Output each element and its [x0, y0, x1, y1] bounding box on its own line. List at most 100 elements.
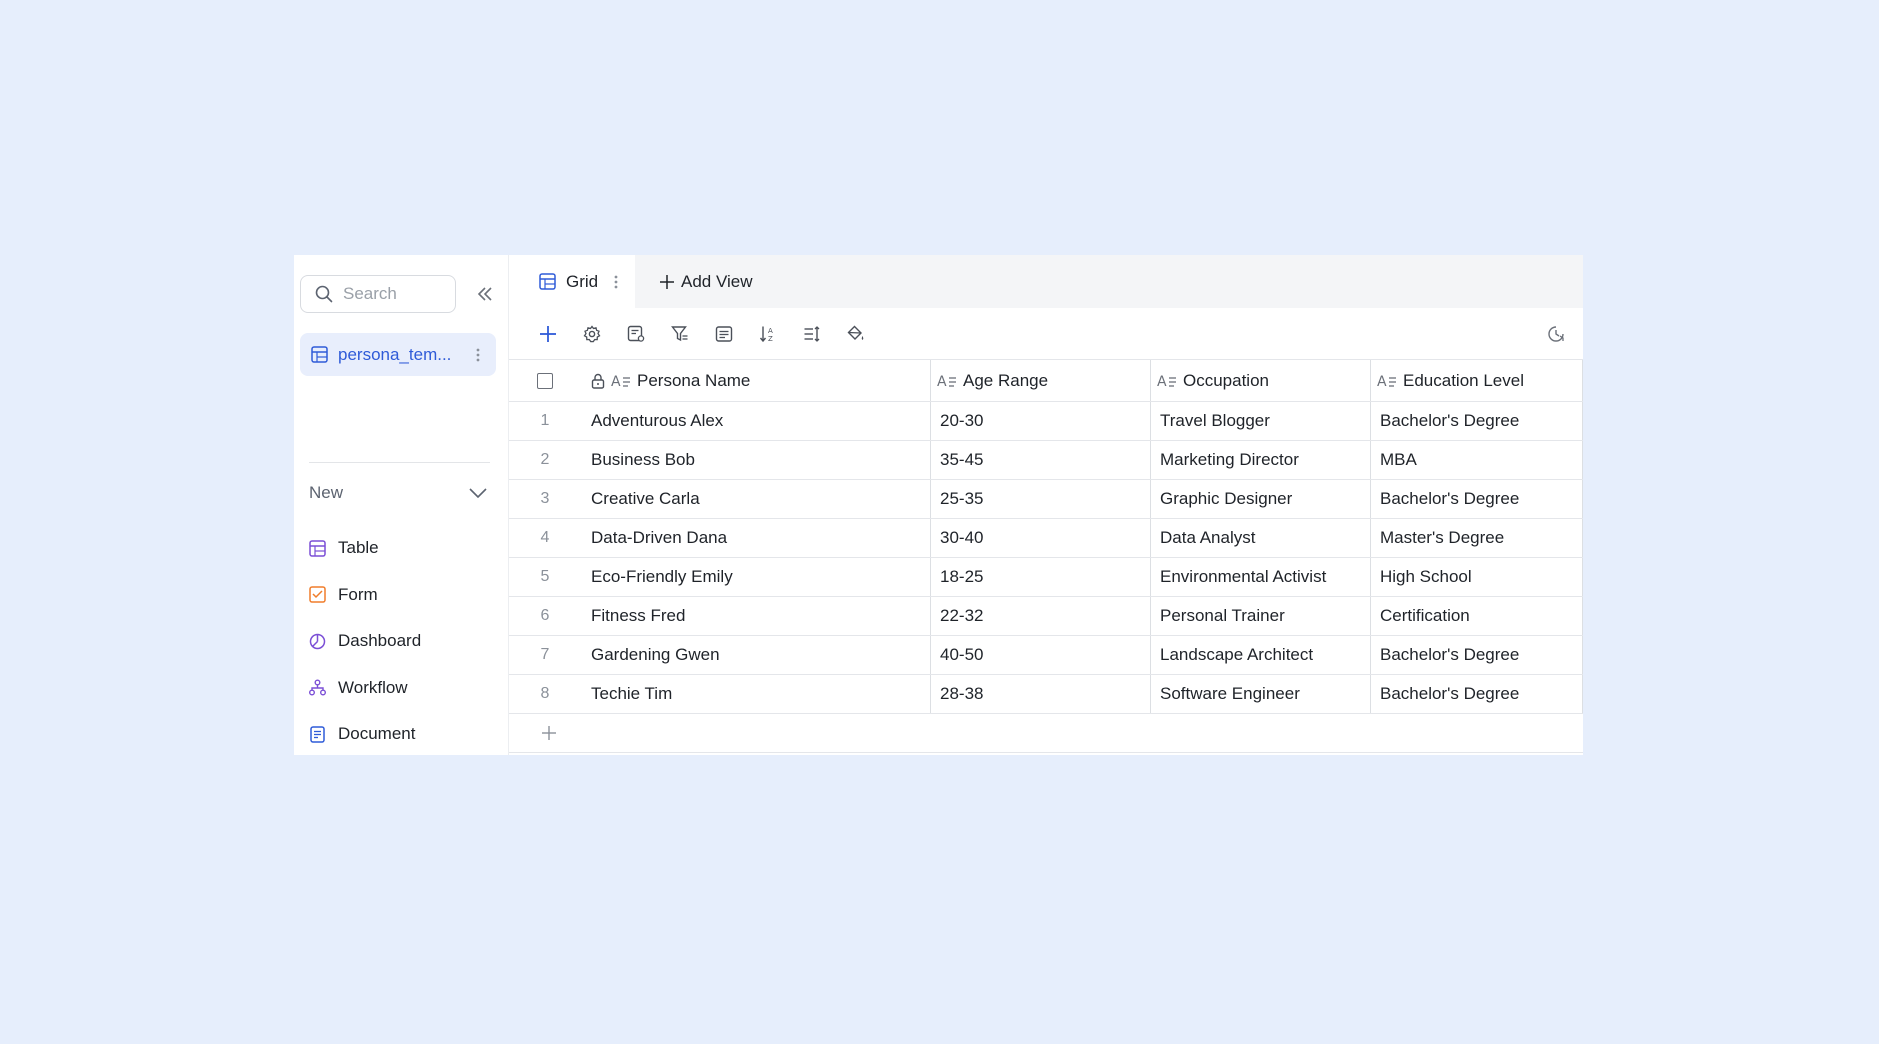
- column-header-label: Persona Name: [637, 370, 751, 390]
- cell-occupation[interactable]: Travel Blogger: [1151, 402, 1371, 440]
- cell-persona-name[interactable]: Adventurous Alex: [591, 402, 931, 440]
- cell-occupation[interactable]: Graphic Designer: [1151, 480, 1371, 518]
- new-item-document[interactable]: Document: [309, 711, 421, 758]
- data-grid: A Persona Name A Age Range A Occupation: [509, 359, 1583, 753]
- new-item-form[interactable]: Form: [309, 572, 421, 619]
- filter-icon[interactable]: [669, 323, 691, 345]
- cell-age-range[interactable]: 35-45: [931, 441, 1151, 479]
- field-config-icon[interactable]: [625, 323, 647, 345]
- cell-education-level[interactable]: Certification: [1371, 597, 1583, 635]
- group-icon[interactable]: [713, 323, 735, 345]
- main-panel: Grid Add View A Z A Persona Name A Age R…: [509, 255, 1583, 755]
- cell-age-range[interactable]: 20-30: [931, 402, 1151, 440]
- row-number: 5: [540, 568, 550, 585]
- workflow-icon: [309, 679, 326, 696]
- cell-education-level[interactable]: Bachelor's Degree: [1371, 480, 1583, 518]
- collapse-sidebar-icon[interactable]: [473, 282, 497, 306]
- plus-icon: [659, 274, 675, 290]
- tab-grid[interactable]: Grid: [509, 255, 635, 308]
- app-window: Search persona_tem... New Table Form Das…: [294, 255, 1583, 755]
- table-row[interactable]: 6 Fitness Fred 22-32 Personal Trainer Ce…: [509, 597, 1583, 636]
- column-header-age-range[interactable]: A Age Range: [931, 360, 1151, 401]
- document-icon: [309, 726, 326, 743]
- select-all-checkbox[interactable]: [537, 372, 553, 389]
- cell-occupation[interactable]: Environmental Activist: [1151, 558, 1371, 596]
- cell-education-level[interactable]: Bachelor's Degree: [1371, 675, 1583, 713]
- row-number: 1: [540, 412, 550, 429]
- table-icon: [311, 346, 328, 363]
- table-row[interactable]: 1 Adventurous Alex 20-30 Travel Blogger …: [509, 402, 1583, 441]
- plus-icon: [541, 725, 557, 741]
- cell-persona-name[interactable]: Creative Carla: [591, 480, 931, 518]
- cell-age-range[interactable]: 28-38: [931, 675, 1151, 713]
- text-field-icon: A: [1377, 373, 1397, 389]
- sidebar-item-persona-table[interactable]: persona_tem...: [300, 333, 496, 376]
- lock-icon: [591, 373, 605, 389]
- more-options-icon[interactable]: [476, 347, 480, 363]
- cell-occupation[interactable]: Data Analyst: [1151, 519, 1371, 557]
- cell-persona-name[interactable]: Data-Driven Dana: [591, 519, 931, 557]
- table-row[interactable]: 2 Business Bob 35-45 Marketing Director …: [509, 441, 1583, 480]
- select-all-cell: [509, 360, 591, 401]
- table-row[interactable]: 5 Eco-Friendly Emily 18-25 Environmental…: [509, 558, 1583, 597]
- cell-age-range[interactable]: 30-40: [931, 519, 1151, 557]
- cell-persona-name[interactable]: Business Bob: [591, 441, 931, 479]
- column-header-persona-name[interactable]: A Persona Name: [591, 360, 931, 401]
- new-section-toggle[interactable]: New: [309, 483, 487, 503]
- cell-age-range[interactable]: 40-50: [931, 636, 1151, 674]
- cell-occupation[interactable]: Personal Trainer: [1151, 597, 1371, 635]
- sidebar: Search persona_tem... New Table Form Das…: [294, 255, 509, 755]
- row-number: 6: [540, 607, 550, 624]
- cell-education-level[interactable]: Bachelor's Degree: [1371, 402, 1583, 440]
- svg-text:A: A: [611, 374, 621, 389]
- cell-occupation[interactable]: Marketing Director: [1151, 441, 1371, 479]
- chevron-down-icon: [469, 488, 487, 498]
- add-record-icon[interactable]: [537, 323, 559, 345]
- table-row[interactable]: 3 Creative Carla 25-35 Graphic Designer …: [509, 480, 1583, 519]
- add-view-label: Add View: [681, 271, 753, 291]
- row-number: 7: [540, 646, 550, 663]
- cell-persona-name[interactable]: Techie Tim: [591, 675, 931, 713]
- cell-education-level[interactable]: Master's Degree: [1371, 519, 1583, 557]
- column-header-occupation[interactable]: A Occupation: [1151, 360, 1371, 401]
- grid-header-row: A Persona Name A Age Range A Occupation: [509, 359, 1583, 402]
- svg-text:Z: Z: [768, 335, 773, 343]
- cell-education-level[interactable]: High School: [1371, 558, 1583, 596]
- cell-persona-name[interactable]: Gardening Gwen: [591, 636, 931, 674]
- cell-education-level[interactable]: Bachelor's Degree: [1371, 636, 1583, 674]
- search-placeholder: Search: [343, 284, 397, 303]
- row-height-icon[interactable]: [801, 323, 823, 345]
- new-item-dashboard[interactable]: Dashboard: [309, 618, 421, 665]
- table-row[interactable]: 7 Gardening Gwen 40-50 Landscape Archite…: [509, 636, 1583, 675]
- new-item-label: Workflow: [338, 677, 408, 697]
- new-item-table[interactable]: Table: [309, 525, 421, 572]
- history-icon[interactable]: [1545, 323, 1567, 345]
- cell-occupation[interactable]: Landscape Architect: [1151, 636, 1371, 674]
- new-item-workflow[interactable]: Workflow: [309, 665, 421, 712]
- cell-occupation[interactable]: Software Engineer: [1151, 675, 1371, 713]
- more-options-icon[interactable]: [614, 274, 618, 290]
- cell-persona-name[interactable]: Fitness Fred: [591, 597, 931, 635]
- add-view-button[interactable]: Add View: [659, 255, 753, 308]
- sort-icon[interactable]: AZ: [757, 323, 779, 345]
- grid-view-icon: [539, 273, 556, 290]
- text-field-icon: A: [611, 373, 631, 389]
- table-icon: [309, 540, 326, 557]
- column-header-label: Education Level: [1403, 370, 1524, 390]
- search-input[interactable]: Search: [300, 275, 456, 313]
- table-row[interactable]: 4 Data-Driven Dana 30-40 Data Analyst Ma…: [509, 519, 1583, 558]
- fill-color-icon[interactable]: [845, 323, 867, 345]
- svg-text:A: A: [937, 374, 947, 389]
- search-row: Search: [300, 275, 497, 313]
- text-field-icon: A: [1157, 373, 1177, 389]
- settings-icon[interactable]: [581, 323, 603, 345]
- cell-age-range[interactable]: 18-25: [931, 558, 1151, 596]
- cell-age-range[interactable]: 25-35: [931, 480, 1151, 518]
- table-row[interactable]: 8 Techie Tim 28-38 Software Engineer Bac…: [509, 675, 1583, 714]
- cell-persona-name[interactable]: Eco-Friendly Emily: [591, 558, 931, 596]
- cell-education-level[interactable]: MBA: [1371, 441, 1583, 479]
- add-row-button[interactable]: [509, 714, 1583, 753]
- cell-age-range[interactable]: 22-32: [931, 597, 1151, 635]
- column-header-education-level[interactable]: A Education Level: [1371, 360, 1583, 401]
- dashboard-icon: [309, 633, 326, 650]
